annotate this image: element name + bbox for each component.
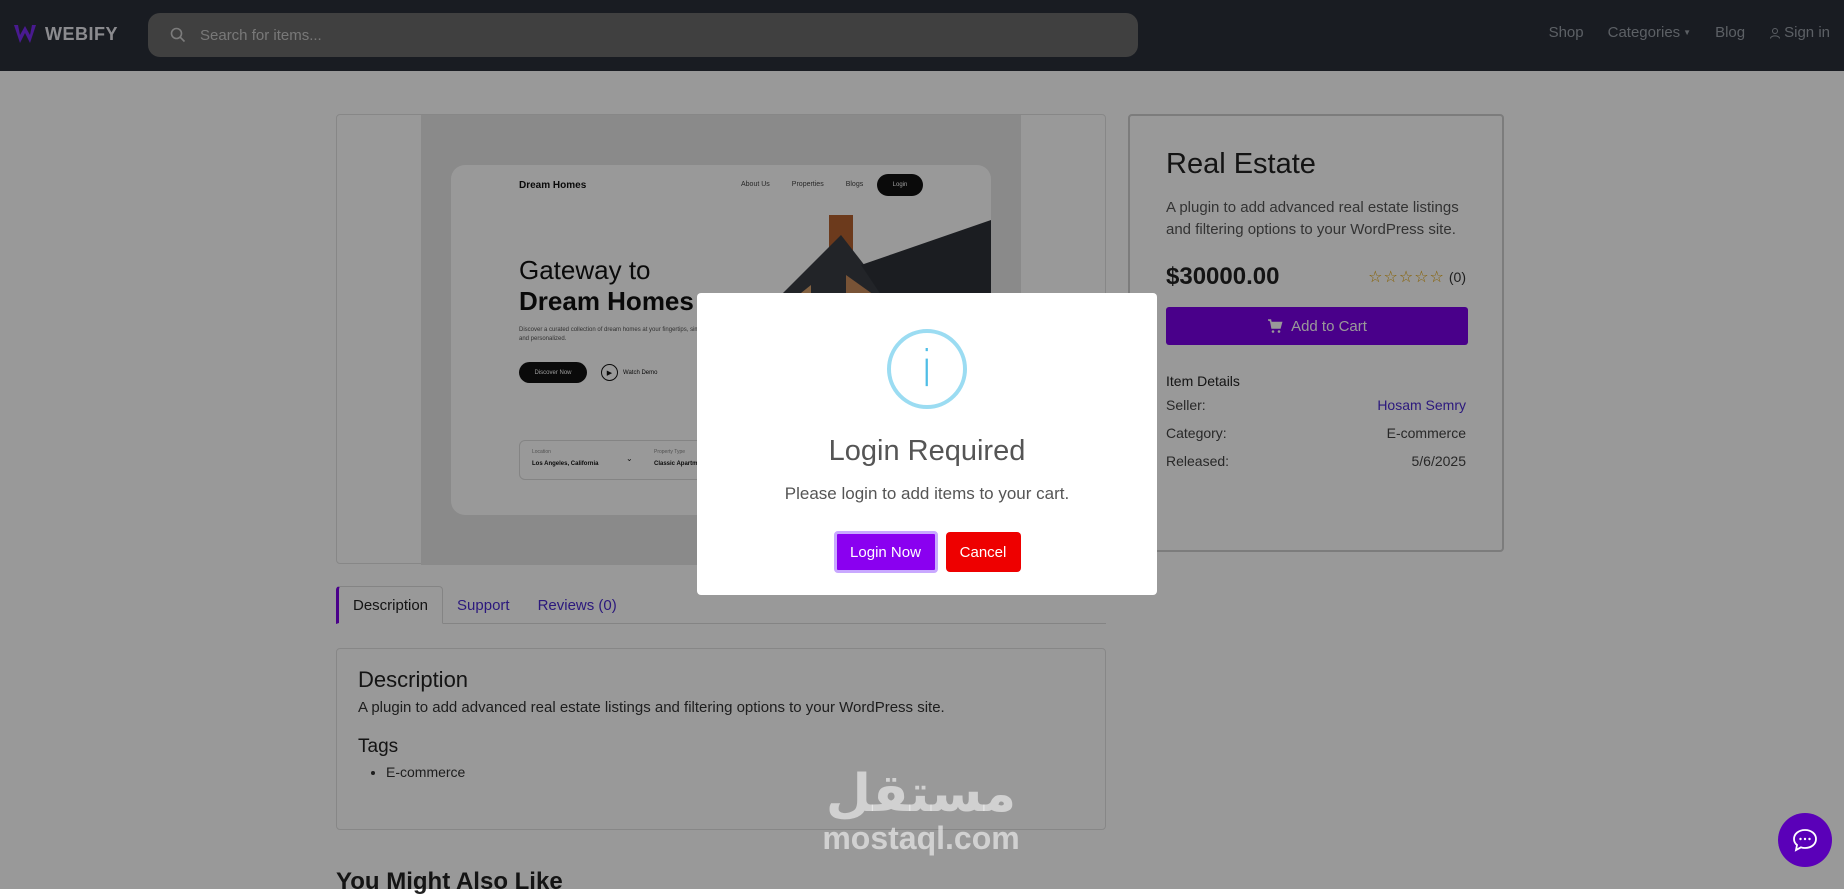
info-icon: i bbox=[887, 329, 967, 409]
chat-button[interactable] bbox=[1778, 813, 1832, 867]
watermark-arabic: مستقل bbox=[825, 764, 1017, 824]
dialog-title: Login Required bbox=[828, 435, 1026, 467]
cancel-button[interactable]: Cancel bbox=[945, 532, 1021, 572]
login-now-button[interactable]: Login Now bbox=[833, 531, 938, 573]
watermark-latin: mostaql.com bbox=[822, 820, 1020, 856]
chat-bubble-icon bbox=[1793, 829, 1817, 852]
dialog-message: Please login to add items to your cart. bbox=[784, 484, 1070, 503]
mostaql-watermark: مستقل mostaql.com bbox=[808, 768, 1034, 856]
login-required-dialog: i Login Required Please login to add ite… bbox=[697, 293, 1157, 595]
